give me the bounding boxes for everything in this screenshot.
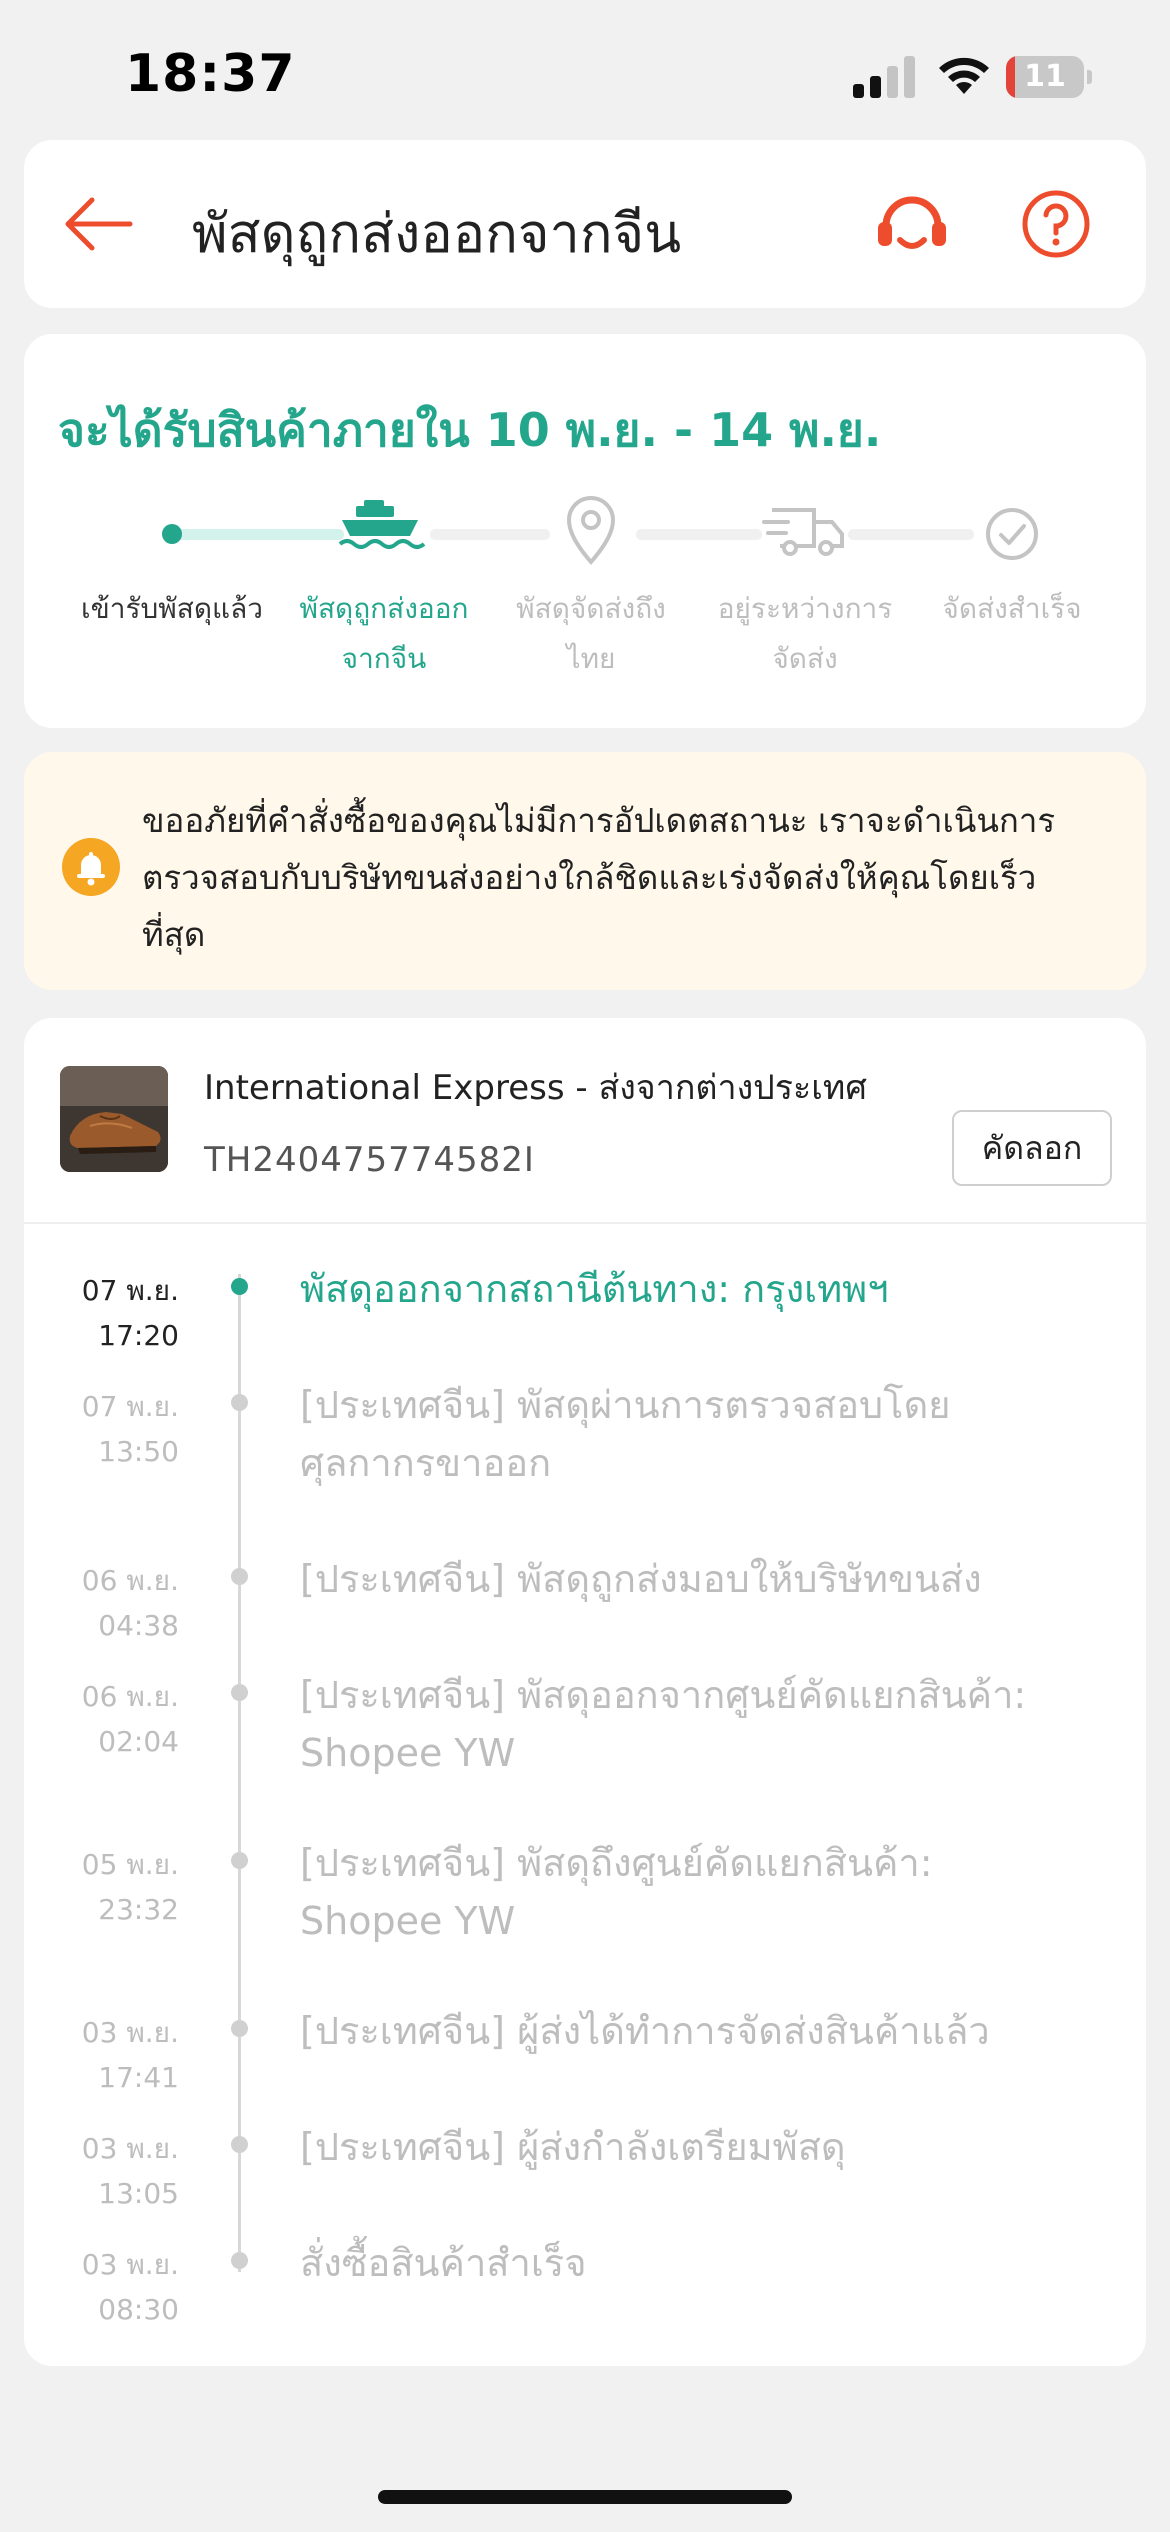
header-bar: พัสดุถูกส่งออกจากจีน [24,140,1146,308]
notice-text: ขออภัยที่คำสั่งซื้อของคุณไม่มีการอัปเดตส… [142,801,1056,954]
help-icon[interactable] [1016,184,1096,264]
tracking-card: International Express - ส่งจากต่างประเทศ… [24,1018,1146,2366]
event-description: [ประเทศจีน] ผู้ส่งกำลังเตรียมพัสดุ [300,2125,846,2169]
event-dot [231,2136,248,2153]
tracking-number: TH240475774582I [204,1140,535,1180]
event-dot [231,1394,248,1411]
delay-notice: ขออภัยที่คำสั่งซื้อของคุณไม่มีการอัปเดตส… [24,752,1146,990]
copy-tracking-button[interactable]: คัดลอก [952,1110,1112,1186]
event-datetime: 06 พ.ย. 02:04 [81,1680,179,1758]
event-datetime: 07 พ.ย. 13:50 [81,1390,179,1468]
event-description: พัสดุออกจากสถานีต้นทาง: กรุงเทพฯ [300,1267,889,1311]
step-label-shipped-from-china: พัสดุถูกส่งออก จากจีน [299,592,469,675]
event-dot [231,1568,248,1585]
event-description: สั่งซื้อสินค้าสำเร็จ [300,2241,587,2285]
headset-icon[interactable] [872,184,952,264]
wifi-icon [939,57,989,94]
status-time: 18:37 [125,44,296,104]
event-description: [ประเทศจีน] ผู้ส่งได้ทำการจัดส่งสินค้าแล… [300,2009,990,2053]
delivery-truck-icon [762,508,844,556]
location-pin-icon [566,496,616,566]
signal-icon [853,56,915,98]
divider [24,1222,1146,1224]
ship-icon [338,500,426,549]
product-thumbnail [60,1066,168,1172]
event-dot [231,1278,248,1295]
event-description: [ประเทศจีน] พัสดุถึงศูนย์คัดแยกสินค้า: Sh… [300,1841,933,1943]
event-dot [231,1852,248,1869]
delivery-progress-card: จะได้รับสินค้าภายใน 10 พ.ย. - 14 พ.ย. เข… [24,334,1146,728]
check-circle-icon [986,508,1038,560]
step-label-delivered: จัดส่งสำเร็จ [942,592,1082,625]
home-indicator [378,2490,792,2504]
event-datetime: 03 พ.ย. 08:30 [81,2248,179,2326]
event-datetime: 03 พ.ย. 13:05 [81,2132,179,2210]
back-arrow-icon[interactable] [60,186,136,262]
bell-icon [62,838,120,896]
status-bar: 18:37 11 [0,0,1170,140]
dot-icon [162,524,182,544]
carrier-name: International Express - ส่งจากต่างประเทศ [204,1068,867,1108]
battery-level: 11 [1024,59,1066,94]
event-datetime: 05 พ.ย. 23:32 [81,1848,179,1926]
step-label-in-delivery: อยู่ระหว่างการ จัดส่ง [717,592,893,675]
event-dot [231,2020,248,2037]
event-datetime: 06 พ.ย. 04:38 [81,1564,179,1642]
timeline-line [238,1274,241,2272]
battery-icon: 11 [1006,56,1092,98]
event-datetime: 07 พ.ย. 17:20 [81,1274,179,1352]
event-dot [231,1684,248,1701]
page-title: พัสดุถูกส่งออกจากจีน [192,202,682,265]
step-label-arrived-thailand: พัสดุจัดส่งถึง ไทย [516,592,666,675]
event-dot [231,2252,248,2269]
step-label-picked-up: เข้ารับพัสดุแล้ว [81,592,263,625]
event-description: [ประเทศจีน] พัสดุถูกส่งมอบให้บริษัทขนส่ง [300,1557,982,1601]
event-datetime: 03 พ.ย. 17:41 [81,2016,179,2094]
event-description: [ประเทศจีน] พัสดุผ่านการตรวจสอบโดย ศุลกาก… [300,1383,951,1485]
event-description: [ประเทศจีน] พัสดุออกจากศูนย์คัดแยกสินค้า… [300,1673,1027,1775]
